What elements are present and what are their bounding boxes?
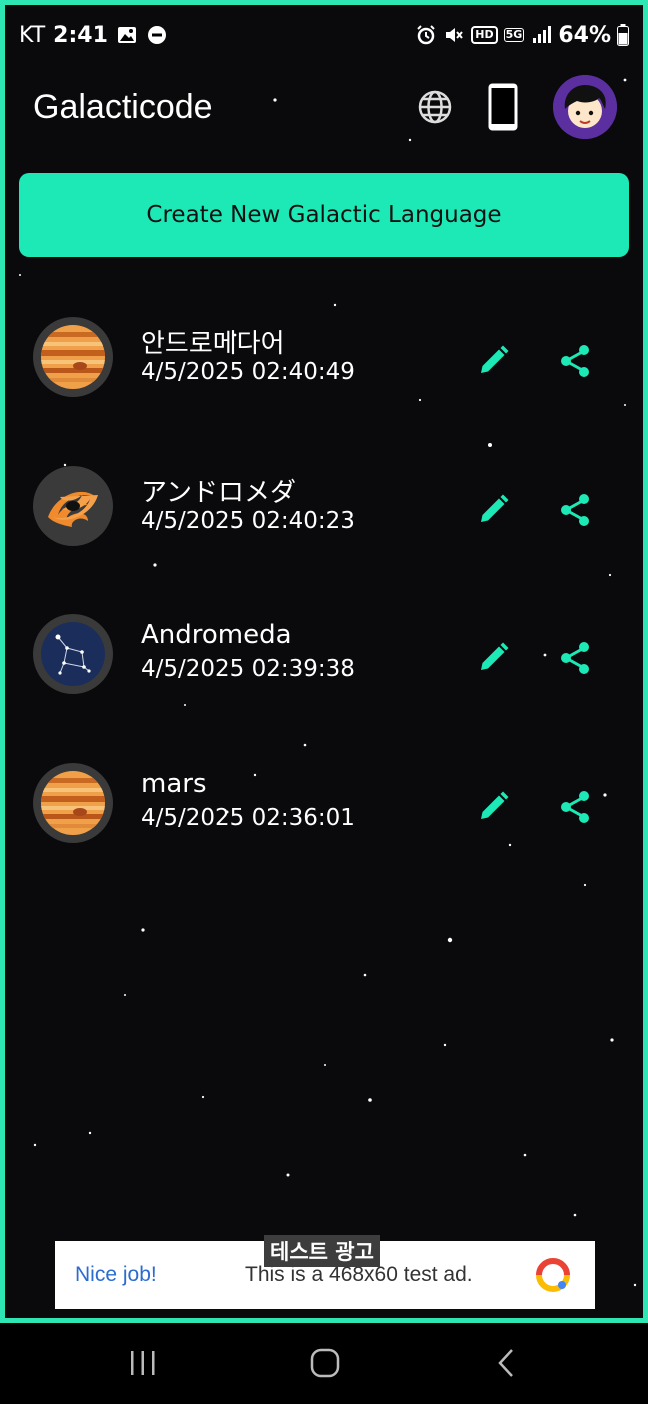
alarm-icon — [417, 25, 436, 45]
create-language-button[interactable]: Create New Galactic Language — [19, 173, 629, 257]
language-name: Andromeda — [141, 620, 292, 650]
share-button[interactable] — [557, 789, 593, 829]
app-frame: KT 2:41 HD 5G 64% Galacticode Create New… — [0, 0, 648, 1323]
avatar[interactable] — [553, 75, 617, 139]
app-title: Galacticode — [33, 87, 213, 126]
app-header: Galacticode — [33, 75, 617, 139]
smartphone-icon — [488, 83, 518, 131]
home-icon — [310, 1348, 340, 1378]
share-button[interactable] — [557, 640, 593, 680]
home-button[interactable] — [308, 1345, 342, 1385]
language-name: mars — [141, 769, 207, 799]
mute-icon — [446, 28, 464, 42]
language-datetime: 4/5/2025 02:39:38 — [141, 656, 355, 682]
back-button[interactable] — [492, 1345, 520, 1385]
planet-avatar — [33, 317, 113, 397]
list-item[interactable]: Andromeda 4/5/2025 02:39:38 — [5, 602, 643, 702]
globe-icon — [418, 90, 452, 124]
ad-test-tag: 테스트 광고 — [264, 1235, 380, 1267]
edit-button[interactable] — [475, 789, 511, 829]
language-button[interactable] — [417, 89, 453, 125]
gallery-icon — [117, 27, 136, 43]
jupiter-planet-icon — [41, 771, 105, 835]
language-datetime: 4/5/2025 02:40:23 — [141, 508, 355, 534]
clock: 2:41 — [53, 22, 108, 48]
language-name: アンドロメダ — [141, 478, 296, 508]
carrier-label: KT — [19, 22, 46, 48]
language-name: 안드로메다어 — [141, 329, 285, 359]
ad-headline: Nice job! — [75, 1263, 157, 1286]
ad-logo-icon — [536, 1258, 570, 1292]
share-icon — [561, 494, 589, 526]
device-button[interactable] — [487, 82, 519, 132]
jupiter-planet-icon — [41, 325, 105, 389]
network-type-label: 5G — [503, 28, 525, 42]
recent-apps-button[interactable] — [128, 1345, 158, 1385]
battery-icon — [617, 24, 629, 46]
do-not-disturb-icon — [147, 26, 166, 44]
create-language-label: Create New Galactic Language — [146, 202, 502, 228]
language-datetime: 4/5/2025 02:36:01 — [141, 805, 355, 831]
planet-avatar — [33, 466, 113, 546]
share-icon — [561, 791, 589, 823]
status-bar: KT 2:41 HD 5G 64% — [19, 17, 629, 53]
edit-button[interactable] — [475, 640, 511, 680]
language-datetime: 4/5/2025 02:40:49 — [141, 359, 355, 385]
back-icon — [498, 1349, 513, 1377]
constellation-icon — [41, 622, 105, 686]
pencil-icon — [481, 642, 509, 670]
share-button[interactable] — [557, 343, 593, 383]
galaxy-icon — [41, 474, 105, 538]
hd-badge: HD — [471, 26, 498, 44]
list-item[interactable]: 안드로메다어 4/5/2025 02:40:49 — [5, 305, 643, 405]
share-button[interactable] — [557, 492, 593, 532]
battery-percent: 64% — [558, 22, 611, 48]
pencil-icon — [481, 494, 509, 522]
edit-button[interactable] — [475, 492, 511, 532]
share-icon — [561, 345, 589, 377]
planet-avatar — [33, 614, 113, 694]
recent-apps-icon — [131, 1351, 155, 1375]
user-avatar-icon — [553, 75, 617, 139]
pencil-icon — [481, 791, 509, 819]
share-icon — [561, 642, 589, 674]
signal-icon — [533, 26, 552, 43]
system-nav-bar — [0, 1323, 648, 1404]
planet-avatar — [33, 763, 113, 843]
list-item[interactable]: アンドロメダ 4/5/2025 02:40:23 — [5, 454, 643, 554]
list-item[interactable]: mars 4/5/2025 02:36:01 — [5, 751, 643, 851]
edit-button[interactable] — [475, 343, 511, 383]
pencil-icon — [481, 345, 509, 373]
